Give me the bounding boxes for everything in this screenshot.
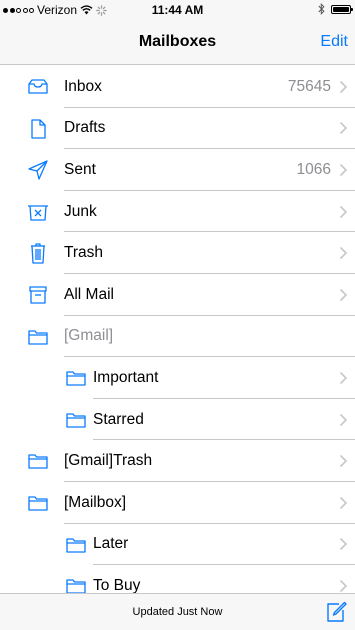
bottom-toolbar: Updated Just Now [0, 593, 355, 630]
mailbox-label: [Gmail] [64, 327, 114, 345]
mailbox-row-gmail-trash[interactable]: [Gmail]Trash [0, 440, 355, 482]
mailbox-label: [Gmail]Trash [64, 452, 153, 470]
compose-icon[interactable] [325, 601, 347, 623]
mailbox-row-later[interactable]: Later [0, 524, 355, 566]
mailbox-row-junk[interactable]: Junk [0, 191, 355, 233]
folder-icon [65, 409, 87, 431]
inbox-icon [27, 76, 49, 98]
chevron-right-icon [339, 122, 348, 135]
bluetooth-icon [318, 3, 325, 15]
chevron-right-icon [339, 163, 348, 177]
chevron-right-icon [339, 288, 348, 301]
mailbox-label: Sent [64, 160, 96, 178]
mailbox-label: [Mailbox] [64, 493, 127, 511]
folder-icon [27, 450, 49, 472]
mailbox-list: Inbox 75645 Drafts Sent 1066 Junk Trash … [0, 66, 355, 607]
update-status: Updated Just Now [132, 606, 223, 618]
folder-icon [27, 326, 49, 348]
chevron-right-icon [339, 413, 348, 426]
status-bar: Verizon 11:44 AM [0, 0, 355, 20]
mailbox-label: Junk [64, 202, 97, 220]
mailbox-row-all-mail[interactable]: All Mail [0, 274, 355, 316]
junk-icon [27, 201, 49, 223]
chevron-right-icon [339, 80, 348, 93]
status-right [318, 3, 353, 15]
sent-icon [27, 159, 49, 181]
chevron-right-icon [339, 538, 348, 551]
unread-count: 75645 [287, 77, 331, 95]
mailbox-row-mailbox[interactable]: [Mailbox] [0, 482, 355, 524]
folder-icon [65, 534, 87, 556]
edit-button[interactable]: Edit [320, 20, 348, 64]
mailbox-row-trash[interactable]: Trash [0, 232, 355, 274]
mailbox-row-drafts[interactable]: Drafts [0, 108, 355, 150]
chevron-right-icon [339, 455, 348, 468]
folder-icon [27, 492, 49, 514]
mailbox-label: Starred [93, 410, 144, 428]
chevron-right-icon [339, 371, 348, 385]
archive-icon [27, 284, 49, 306]
battery-icon [331, 4, 353, 14]
mailbox-row-sent[interactable]: Sent 1066 [0, 149, 355, 191]
mailbox-label: Drafts [64, 119, 106, 137]
chevron-right-icon [339, 247, 348, 260]
chevron-right-icon [339, 205, 348, 218]
message-count: 1066 [296, 160, 331, 178]
navigation-bar: Mailboxes Edit [0, 20, 355, 65]
chevron-right-icon [339, 496, 348, 509]
mailbox-row-starred[interactable]: Starred [0, 399, 355, 441]
drafts-icon [27, 118, 49, 140]
mailbox-row-important[interactable]: Important [0, 357, 355, 399]
folder-icon [65, 367, 87, 389]
trash-icon [27, 242, 49, 265]
mailbox-label: Important [93, 368, 159, 386]
mailbox-label: Trash [64, 244, 104, 262]
mailbox-label: All Mail [64, 285, 114, 303]
mailbox-row-gmail: [Gmail] [0, 316, 355, 358]
chevron-right-icon [339, 579, 348, 592]
mailbox-label: Later [93, 535, 129, 553]
page-title: Mailboxes [138, 33, 217, 50]
status-time: 11:44 AM [151, 3, 204, 17]
mailbox-row-inbox[interactable]: Inbox 75645 [0, 66, 355, 108]
mailbox-label: Inbox [64, 77, 102, 95]
